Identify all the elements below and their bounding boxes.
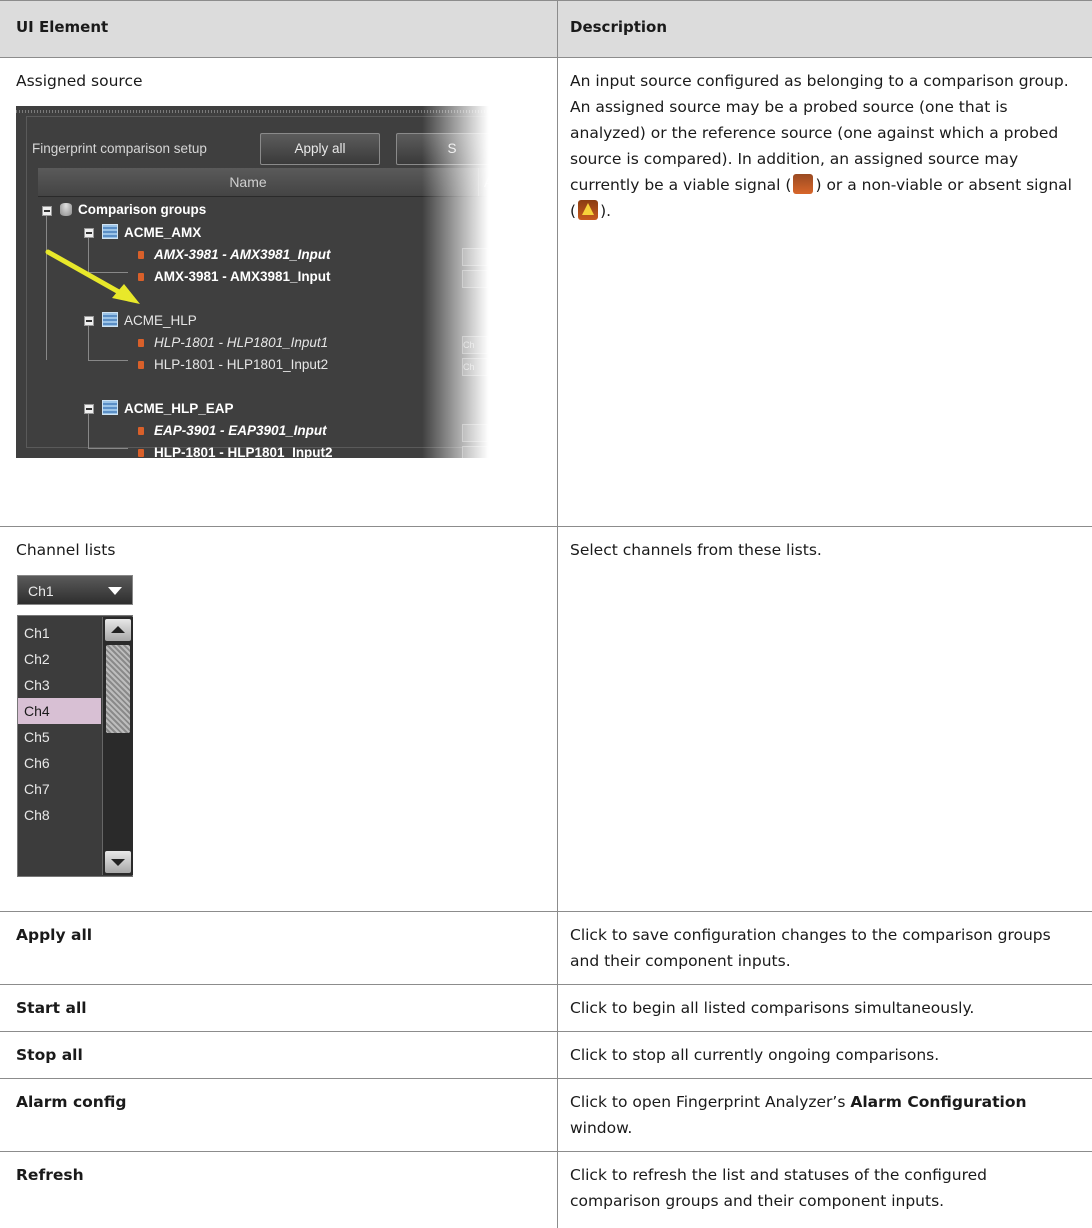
viable-signal-icon (793, 174, 814, 194)
collapse-toggle[interactable] (84, 228, 94, 238)
channel-list-screenshot: Ch1 Ch1 Ch2 Ch3 Ch4 Ch5 Ch6 Ch7 Ch8 (16, 575, 135, 877)
channel-cell[interactable]: Ch (462, 336, 488, 354)
apply-all-button[interactable]: Apply all (260, 133, 380, 165)
scrollbar[interactable] (102, 617, 133, 875)
table-row-start-all: Start all Click to begin all listed comp… (0, 985, 1092, 1032)
channel-options-list[interactable]: Ch1 Ch2 Ch3 Ch4 Ch5 Ch6 Ch7 Ch8 (17, 615, 133, 877)
row-description: Click to stop all currently ongoing comp… (570, 1046, 940, 1064)
row-description: Click to open Fingerprint Analyzer’s Ala… (570, 1093, 1027, 1137)
table-row-apply-all: Apply all Click to save configuration ch… (0, 912, 1092, 985)
header-ui-element: UI Element (16, 18, 109, 36)
tree-source[interactable]: AMX-3981 - AMX3981_Input (138, 247, 331, 269)
channel-option[interactable]: Ch2 (18, 646, 101, 672)
source-icon (138, 339, 144, 347)
row-description: Click to refresh the list and statuses o… (570, 1166, 987, 1210)
table-row-refresh: Refresh Click to refresh the list and st… (0, 1152, 1092, 1228)
chevron-down-icon (108, 587, 122, 595)
channel-option[interactable]: Ch6 (18, 750, 101, 776)
source-icon (138, 427, 144, 435)
ui-element-table: UI Element Description Assigned source A… (0, 0, 1092, 1228)
table-icon (102, 400, 118, 415)
tree-group[interactable]: ACME_HLP_EAP (102, 400, 234, 422)
source-icon (138, 361, 144, 369)
row-description: Select channels from these lists. (570, 541, 822, 559)
tree-source[interactable]: HLP-1801 - HLP1801_Input1 (138, 335, 328, 357)
tree-source[interactable]: EAP-3901 - EAP3901_Input (138, 423, 327, 445)
non-viable-signal-icon (578, 200, 599, 220)
collapse-toggle[interactable] (84, 404, 94, 414)
tree-group[interactable]: ACME_AMX (102, 224, 201, 246)
tree-source[interactable]: AMX-3981 - AMX3981_Input (138, 269, 331, 291)
database-icon (60, 203, 72, 216)
table-row-stop-all: Stop all Click to stop all currently ong… (0, 1032, 1092, 1079)
table-row-assigned-source: Assigned source An input source configur… (0, 58, 1092, 527)
row-label: Start all (16, 999, 87, 1017)
column-name: Name (229, 174, 267, 190)
source-icon (138, 449, 144, 457)
channel-option[interactable]: Ch7 (18, 776, 101, 802)
table-row-channel-lists: Channel lists Select channels from these… (0, 527, 1092, 912)
scroll-up-icon[interactable] (105, 619, 131, 641)
fingerprint-comparison-screenshot: Fingerprint comparison setup Apply all S… (16, 106, 492, 458)
channel-option-selected[interactable]: Ch4 (18, 698, 101, 724)
row-description: An input source configured as belonging … (570, 72, 1072, 220)
tree-source[interactable]: HLP-1801 - HLP1801_Input2 (138, 445, 333, 458)
channel-dropdown[interactable]: Ch1 (17, 575, 133, 605)
channel-option[interactable]: Ch5 (18, 724, 101, 750)
header-description: Description (570, 18, 668, 36)
row-description: Click to save configuration changes to t… (570, 926, 1051, 970)
channel-option[interactable]: Ch1 (18, 620, 101, 646)
scroll-down-icon[interactable] (105, 851, 131, 873)
row-label: Refresh (16, 1166, 84, 1184)
row-label: Apply all (16, 926, 93, 944)
row-label: Assigned source (16, 72, 143, 90)
row-label: Alarm config (16, 1093, 127, 1111)
panel-title: Fingerprint comparison setup (32, 141, 207, 156)
row-label: Channel lists (16, 541, 116, 559)
tree-column-header: Name A (38, 168, 492, 197)
scroll-thumb[interactable] (106, 645, 130, 733)
table-icon (102, 224, 118, 239)
channel-option[interactable]: Ch8 (18, 802, 101, 828)
channel-cell[interactable]: Ch (462, 358, 488, 376)
start-all-button-partial[interactable]: S (396, 133, 492, 165)
collapse-toggle[interactable] (84, 316, 94, 326)
row-label: Stop all (16, 1046, 83, 1064)
channel-option[interactable]: Ch3 (18, 672, 101, 698)
table-row-alarm-config: Alarm config Click to open Fingerprint A… (0, 1079, 1092, 1152)
table-header: UI Element Description (0, 0, 1092, 58)
tree-root[interactable]: Comparison groups (60, 202, 206, 224)
collapse-toggle[interactable] (42, 206, 52, 216)
row-description: Click to begin all listed comparisons si… (570, 999, 975, 1017)
tree-source[interactable]: HLP-1801 - HLP1801_Input2 (138, 357, 328, 379)
pointer-arrow-icon (45, 249, 140, 304)
